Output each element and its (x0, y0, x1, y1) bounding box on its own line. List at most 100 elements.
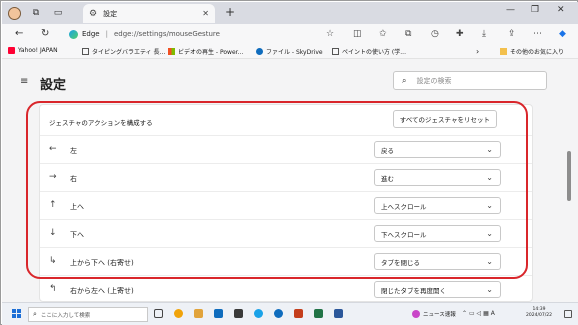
reset-gestures-button[interactable]: すべてのジェスチャをリセット (392, 110, 497, 128)
edge-logo-icon (69, 29, 78, 39)
favorites-overflow-icon[interactable]: › (476, 47, 479, 56)
select-value: 進む (381, 174, 394, 183)
close-tab-icon[interactable]: ✕ (202, 9, 209, 18)
ime-indicator[interactable]: A (491, 310, 495, 317)
favorite-item[interactable]: Yahoo! JAPAN (8, 47, 58, 54)
address-field[interactable]: Edge | edge://settings/mouseGesture (69, 27, 349, 41)
split-screen-icon[interactable]: ◫ (353, 29, 362, 39)
word-icon[interactable] (334, 309, 343, 318)
download-icon[interactable]: ⤓ (482, 29, 486, 39)
favorites-bar: Yahoo! JAPAN タイピングバラエティ 長... ビデオの再生 - Po… (2, 44, 578, 59)
favorite-label: Yahoo! JAPAN (18, 47, 58, 54)
edge-taskbar-icon[interactable] (254, 309, 263, 318)
settings-content: ジェスチャのアクションを構成する すべてのジェスチャをリセット ← 左 戻る ⌄… (2, 104, 578, 302)
minimize-button[interactable]: — (506, 5, 515, 15)
gesture-action-select[interactable]: タブを閉じる ⌄ (374, 253, 501, 270)
more-menu-icon[interactable]: ⋯ (533, 29, 542, 39)
search-placeholder: 設定の検索 (416, 76, 452, 85)
url-separator: | (105, 30, 108, 38)
system-tray[interactable]: ⌃ ▭ ◁ ▦ A (462, 310, 495, 317)
gesture-row: ↑ 上へ 上へスクロール ⌄ (40, 191, 532, 219)
gesture-name: 右 (70, 175, 77, 183)
cloud-icon (256, 48, 263, 55)
select-value: 閉じたタブを再度開く (381, 286, 446, 295)
store-icon[interactable] (234, 309, 243, 318)
powerpoint-icon[interactable] (294, 309, 303, 318)
notification-icon[interactable] (564, 310, 572, 318)
extension-icon[interactable]: ✚ (456, 29, 464, 39)
gear-icon: ⚙ (89, 8, 98, 19)
tab-actions-icon[interactable]: ▭ (51, 6, 65, 20)
tray-chevron-icon[interactable]: ⌃ (462, 310, 467, 317)
gesture-card: ジェスチャのアクションを構成する すべてのジェスチャをリセット ← 左 戻る ⌄… (39, 104, 533, 302)
chevron-down-icon: ⌄ (486, 145, 493, 154)
chevron-down-icon: ⌄ (486, 201, 493, 210)
chevron-down-icon: ⌄ (486, 257, 493, 266)
settings-search-input[interactable]: ⌕ 設定の検索 (393, 71, 547, 90)
mail-icon[interactable] (214, 309, 223, 318)
refresh-icon[interactable]: ↻ (41, 28, 49, 39)
menu-icon[interactable]: ≡ (20, 76, 28, 87)
tab-settings[interactable]: ⚙ 設定 ✕ (83, 4, 215, 23)
favorites-icon[interactable]: ✩ (379, 29, 387, 39)
chevron-down-icon: ⌄ (486, 229, 493, 238)
gesture-action-select[interactable]: 上へスクロール ⌄ (374, 197, 501, 214)
page-icon (332, 48, 339, 55)
copilot-icon[interactable]: ◆ (559, 29, 566, 39)
collections-icon[interactable]: ⧉ (405, 29, 411, 39)
clock[interactable]: 14:39 2024/07/22 (526, 307, 552, 319)
arrow-right-icon: → (49, 172, 57, 182)
clock-date: 2024/07/22 (526, 313, 552, 318)
page-title: 設定 (40, 78, 67, 93)
favorite-label: ビデオの再生 - Power... (178, 49, 244, 56)
folder-icon (500, 48, 507, 55)
new-tab-button[interactable]: + (225, 5, 235, 19)
gesture-row: ↰ 右から左へ (上寄せ) 閉じたタブを再度開く ⌄ (40, 275, 532, 303)
history-icon[interactable]: ◷ (431, 29, 439, 39)
favorite-label: ペイントの使い方 (学... (342, 49, 406, 56)
taskbar-search-input[interactable]: ⌕ ここに入力して検索 (28, 307, 148, 322)
arrow-up-icon: ↑ (49, 200, 57, 210)
share-icon[interactable]: ⇪ (508, 29, 516, 39)
gesture-action-select[interactable]: 閉じたタブを再度開く ⌄ (374, 281, 501, 298)
news-widget[interactable]: ニュース速報 (412, 310, 456, 318)
volume-icon[interactable]: ◁ (477, 310, 482, 317)
keyboard-icon[interactable]: ▦ (483, 310, 489, 317)
gesture-action-select[interactable]: 進む ⌄ (374, 169, 501, 186)
arrow-up-left-icon: ↰ (49, 284, 57, 294)
chevron-down-icon: ⌄ (486, 285, 493, 294)
scrollbar-thumb[interactable] (567, 151, 571, 201)
windows-taskbar: ⌕ ここに入力して検索 ニュース速報 ⌃ ▭ ◁ ▦ A 14:39 2024/… (2, 302, 578, 325)
app-icon[interactable] (174, 309, 183, 318)
gesture-action-select[interactable]: 下へスクロール ⌄ (374, 225, 501, 242)
select-value: タブを閉じる (381, 258, 420, 267)
gesture-name: 左 (70, 147, 77, 155)
gesture-action-select[interactable]: 戻る ⌄ (374, 141, 501, 158)
other-favorites[interactable]: その他のお気に入り (500, 47, 564, 56)
taskbar-search-placeholder: ここに入力して検索 (40, 312, 91, 319)
back-icon[interactable]: ← (15, 28, 23, 39)
start-button[interactable] (12, 309, 21, 318)
excel-icon[interactable] (314, 309, 323, 318)
restore-button[interactable]: ❐ (531, 5, 539, 15)
favorite-star-icon[interactable]: ☆ (326, 29, 334, 39)
section-label: ジェスチャのアクションを構成する (49, 119, 153, 127)
settings-header: ≡ 設定 ⌕ 設定の検索 (2, 59, 578, 104)
favorite-item[interactable]: ファイル - SkyDrive (256, 47, 323, 56)
favorite-item[interactable]: タイピングバラエティ 長... (82, 47, 165, 56)
favorite-item[interactable]: ビデオの再生 - Power... (168, 47, 243, 56)
close-window-button[interactable]: ✕ (557, 5, 565, 15)
favorite-item[interactable]: ペイントの使い方 (学... (332, 47, 406, 56)
arrow-down-right-icon: ↳ (49, 256, 57, 266)
url-site: Edge (82, 30, 100, 38)
file-explorer-icon[interactable] (194, 309, 203, 318)
network-icon[interactable]: ▭ (469, 310, 475, 317)
settings-taskbar-icon[interactable] (274, 309, 283, 318)
gesture-name: 上へ (70, 203, 84, 211)
profile-avatar[interactable] (8, 6, 21, 20)
workspaces-icon[interactable]: ⧉ (29, 6, 43, 20)
search-icon: ⌕ (33, 310, 37, 318)
select-value: 戻る (381, 146, 394, 155)
arrow-down-icon: ↓ (49, 228, 57, 238)
task-view-icon[interactable] (154, 309, 163, 318)
